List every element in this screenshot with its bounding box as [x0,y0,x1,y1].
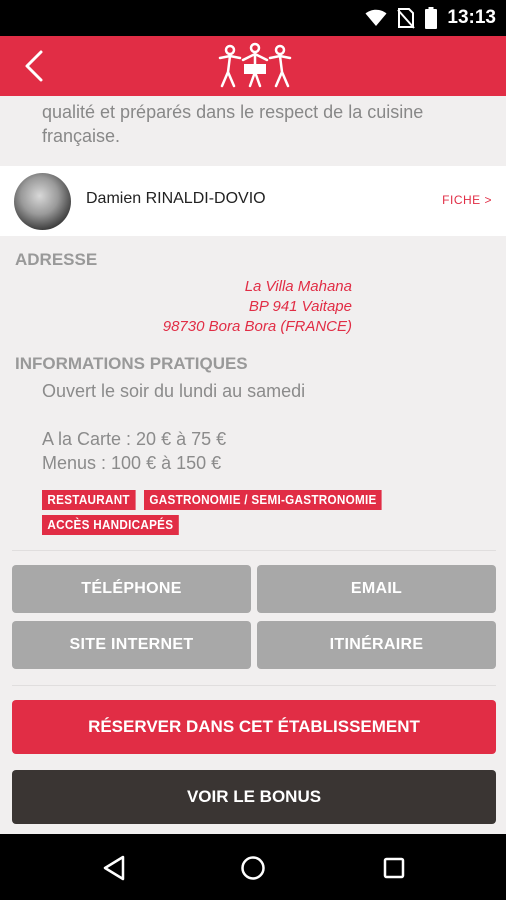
nav-recents-icon [383,857,405,879]
nav-home-icon [241,856,265,880]
tag-restaurant: RESTAURANT [42,490,136,510]
chef-avatar [14,173,71,230]
practical-info-title: INFORMATIONS PRATIQUES [15,354,248,373]
itinerary-button[interactable]: ITINÉRAIRE [257,621,496,669]
tag-gastronomie: GASTRONOMIE / SEMI-GASTRONOMIE [144,490,382,510]
status-icons: 13:13 [365,0,496,36]
address-line-3: 98730 Bora Bora (FRANCE) [162,318,352,335]
description-line-2: française. [42,126,121,146]
bonus-button[interactable]: VOIR LE BONUS [12,770,496,824]
nav-back-icon [103,855,125,881]
divider [12,685,496,686]
wifi-icon [365,9,387,26]
tag-acces-handicapes: ACCÈS HANDICAPÉS [42,515,179,535]
phone-button[interactable]: TÉLÉPHONE [12,565,251,613]
email-button[interactable]: EMAIL [257,565,496,613]
nav-home-button[interactable] [233,848,273,888]
chef-fiche-link[interactable]: FICHE > [442,193,492,207]
description-line-1: qualité et préparés dans le respect de l… [42,102,424,122]
address-line-1: La Villa Mahana [244,278,352,295]
reserve-button[interactable]: RÉSERVER DANS CET ÉTABLISSEMENT [12,700,496,754]
divider [12,550,496,551]
restaurant-figures-logo [218,42,292,88]
carte-price: A la Carte : 20 € à 75 € [42,429,227,449]
nav-back-button[interactable] [94,848,134,888]
address-title: ADRESSE [15,250,98,269]
no-sim-icon [397,8,416,29]
restaurant-detail-content: qualité et préparés dans le respect de l… [0,96,506,834]
chevron-left-icon [25,50,43,82]
website-button[interactable]: SITE INTERNET [12,621,251,669]
menus-price: Menus : 100 € à 150 € [42,453,222,473]
back-button[interactable] [14,46,54,86]
status-time: 13:13 [447,7,496,28]
navigation-bar [0,834,506,900]
opening-hours: Ouvert le soir du lundi au samedi [42,381,306,401]
app-bar [0,36,506,96]
battery-icon [425,7,438,29]
chef-row[interactable]: Damien RINALDI-DOVIO FICHE > [0,166,506,236]
nav-recents-button[interactable] [374,848,414,888]
status-bar: 13:13 [0,0,506,36]
address-line-2: BP 941 Vaitape [248,298,352,315]
chef-name: Damien RINALDI-DOVIO [86,190,266,207]
